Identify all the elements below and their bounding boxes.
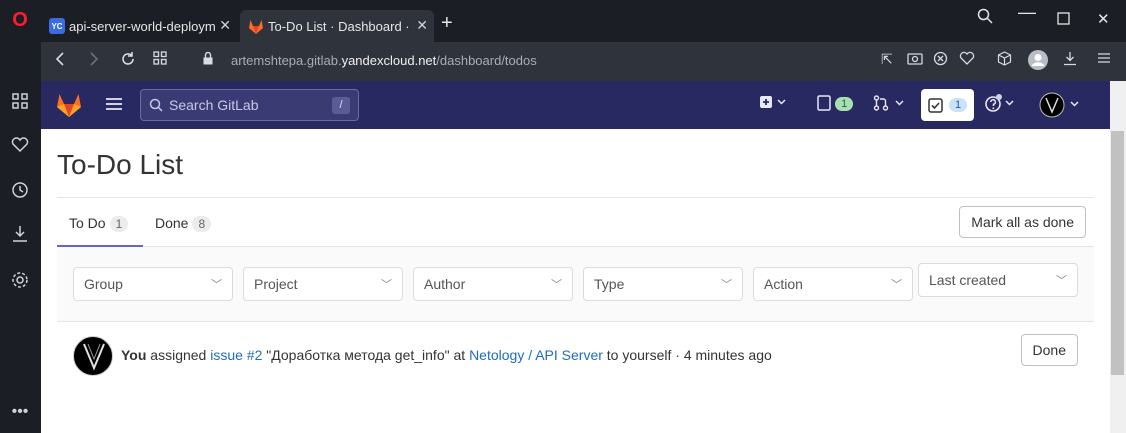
chevron-down-icon: ﹀ — [551, 279, 562, 291]
sort-dropdown[interactable]: Last created ﹀ — [918, 263, 1078, 297]
opera-logo-icon[interactable]: O — [9, 9, 31, 31]
close-tab-icon[interactable]: ✕ — [416, 17, 428, 34]
dropdown-label: Author — [424, 276, 466, 292]
issues-count-badge: 1 — [835, 97, 854, 111]
chevron-down-icon: ﹀ — [381, 279, 392, 291]
group-filter-dropdown[interactable]: Group ﹀ — [73, 267, 233, 301]
tab-label: To Do — [69, 215, 106, 231]
filter-bar: Group ﹀ Project ﹀ Author ﹀ Type ﹀ Action ﹀ La… — [57, 247, 1094, 322]
share-icon[interactable]: ⇱ — [881, 51, 893, 68]
history-clock-icon[interactable] — [9, 179, 31, 201]
dropdown-label: Last created — [929, 272, 1007, 288]
main-content: To-Do List To Do 1 Done 8 Mark all as done… — [41, 129, 1110, 433]
snapshot-camera-icon[interactable] — [907, 51, 923, 70]
chevron-down-icon: ﹀ — [211, 279, 222, 291]
tab-count-badge: 1 — [109, 216, 129, 232]
search-tabs-icon[interactable] — [977, 8, 993, 28]
browser-tab-active[interactable]: To-Do List · Dashboard · Gi ✕ — [240, 10, 434, 42]
tab-to-do[interactable]: To Do 1 — [69, 215, 129, 232]
url-field[interactable]: artemshtepa.gitlab.yandexcloud.net/dashb… — [231, 53, 537, 68]
issue-title: "Доработка метода get_info" — [266, 347, 450, 363]
avatar[interactable] — [73, 336, 113, 376]
gitlab-logo-icon[interactable] — [55, 92, 83, 123]
url-host: yandexcloud.net — [341, 53, 437, 68]
todo-description: You assigned issue #2 "Доработка метода … — [121, 347, 772, 363]
dropdown-label: Project — [254, 276, 298, 292]
speed-dial-icon[interactable] — [9, 90, 31, 112]
merge-requests-icon[interactable] — [873, 95, 907, 115]
todos-button[interactable]: 1 — [921, 89, 974, 121]
url-prefix: artemshtepa.gitlab. — [231, 53, 342, 68]
author-filter-dropdown[interactable]: Author ﹀ — [413, 267, 573, 301]
todo-tabs: To Do 1 Done 8 Mark all as done — [57, 197, 1094, 247]
page-title: To-Do List — [57, 149, 184, 180]
user-avatar-menu[interactable] — [1039, 92, 1083, 122]
profile-avatar-icon[interactable] — [1027, 49, 1049, 76]
help-question-icon[interactable] — [984, 94, 1018, 116]
project-filter-dropdown[interactable]: Project ﹀ — [243, 267, 403, 301]
dropdown-label: Action — [764, 276, 803, 292]
browser-sidebar: O ••• — [0, 0, 41, 433]
browser-tab[interactable]: YC api-server-world-deployme ✕ — [41, 10, 237, 42]
settings-gear-icon[interactable] — [9, 269, 31, 291]
todos-count-badge: 1 — [948, 98, 968, 112]
maximize-icon[interactable] — [1057, 12, 1070, 29]
yandex-cloud-favicon-icon: YC — [49, 18, 65, 34]
issue-link[interactable]: issue #2 — [210, 347, 262, 363]
todo-checkbox-icon — [928, 97, 943, 113]
download-icon[interactable] — [1063, 51, 1077, 71]
todo-at: at — [453, 347, 466, 363]
tab-done[interactable]: Done 8 — [155, 215, 212, 232]
bookmarks-heart-icon[interactable] — [9, 134, 31, 156]
todo-verb: assigned — [150, 347, 207, 363]
reload-icon[interactable] — [120, 51, 136, 72]
easy-setup-menu-icon[interactable] — [1097, 51, 1111, 70]
gitlab-favicon-icon — [248, 18, 264, 34]
type-filter-dropdown[interactable]: Type ﹀ — [583, 267, 743, 301]
chevron-down-icon: ﹀ — [1056, 275, 1067, 287]
dropdown-label: Type — [594, 276, 625, 292]
extensions-cube-icon[interactable] — [997, 51, 1012, 71]
search-shortcut-badge: / — [332, 97, 350, 114]
gitlab-navbar: Search GitLab / 1 1 — [41, 81, 1110, 129]
tab-title: To-Do List · Dashboard · Gi — [268, 18, 414, 34]
dropdown-label: Group — [84, 276, 123, 292]
add-bookmark-heart-icon[interactable] — [959, 51, 975, 70]
todo-actor: You — [121, 347, 147, 363]
todo-target-time: to yourself · 4 minutes ago — [606, 347, 772, 363]
adblock-icon[interactable] — [933, 51, 948, 71]
scrollbar-thumb[interactable] — [1111, 131, 1124, 375]
back-icon[interactable] — [54, 51, 66, 72]
search-icon — [149, 98, 163, 112]
tab-count-badge: 8 — [192, 216, 212, 232]
chevron-down-icon: ﹀ — [891, 279, 902, 291]
lock-icon[interactable] — [202, 51, 214, 71]
mark-all-done-button[interactable]: Mark all as done — [959, 206, 1086, 238]
address-bar: artemshtepa.gitlab.yandexcloud.net/dashb… — [41, 42, 1126, 81]
close-window-icon[interactable]: ✕ — [1097, 10, 1110, 28]
issues-icon[interactable]: 1 — [817, 94, 854, 111]
action-filter-dropdown[interactable]: Action ﹀ — [753, 267, 913, 301]
forward-icon[interactable] — [88, 51, 100, 72]
minimize-icon[interactable]: — — [1018, 2, 1036, 23]
close-tab-icon[interactable]: ✕ — [219, 17, 231, 34]
more-dots-icon[interactable]: ••• — [9, 401, 31, 423]
search-placeholder: Search GitLab — [169, 97, 259, 113]
tab-label: Done — [155, 215, 189, 231]
todo-item: You assigned issue #2 "Доработка метода … — [57, 322, 1094, 386]
url-path: /dashboard/todos — [436, 53, 537, 68]
create-new-plus-icon[interactable] — [759, 95, 789, 113]
chevron-down-icon: ﹀ — [721, 279, 732, 291]
hamburger-menu-icon[interactable] — [105, 97, 123, 116]
tab-title: api-server-world-deployme — [69, 18, 215, 34]
project-link[interactable]: Netology / API Server — [469, 347, 603, 363]
search-input[interactable]: Search GitLab / — [140, 89, 359, 121]
done-button[interactable]: Done — [1020, 334, 1078, 366]
tab-strip: YC api-server-world-deployme ✕ To-Do Lis… — [41, 0, 1126, 42]
new-tab-plus-icon[interactable]: + — [441, 12, 453, 35]
easy-setup-grid-icon[interactable] — [153, 51, 167, 70]
downloads-icon[interactable] — [9, 223, 31, 245]
